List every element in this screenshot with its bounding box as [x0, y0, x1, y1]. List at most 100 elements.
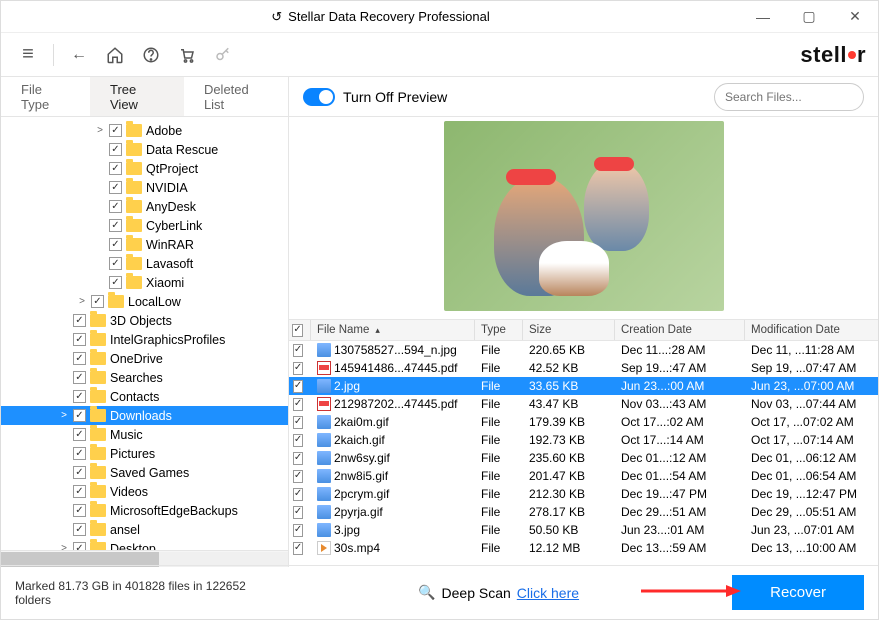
col-cdate[interactable]: Creation Date	[615, 320, 745, 340]
home-icon[interactable]	[100, 40, 130, 70]
menu-icon[interactable]: ≡	[13, 40, 43, 70]
maximize-button[interactable]: ▢	[786, 1, 832, 33]
file-checkbox[interactable]: ✓	[293, 488, 303, 501]
tree-checkbox[interactable]: ✓	[109, 257, 122, 270]
deepscan-link[interactable]: Click here	[517, 585, 579, 601]
file-row[interactable]: ✓2nw8i5.gifFile201.47 KBDec 01...:54 AMD…	[289, 467, 878, 485]
tree-item-intelgraphicsprofiles[interactable]: ✓IntelGraphicsProfiles	[1, 330, 288, 349]
tree-checkbox[interactable]: ✓	[91, 295, 104, 308]
preview-toggle[interactable]	[303, 88, 335, 106]
tree-checkbox[interactable]: ✓	[109, 162, 122, 175]
tree-item-locallow[interactable]: >✓LocalLow	[1, 292, 288, 311]
tree-checkbox[interactable]: ✓	[73, 485, 86, 498]
tree-checkbox[interactable]: ✓	[73, 428, 86, 441]
tree-checkbox[interactable]: ✓	[109, 238, 122, 251]
file-checkbox[interactable]: ✓	[293, 416, 303, 429]
file-checkbox[interactable]: ✓	[293, 434, 303, 447]
tree-item-lavasoft[interactable]: ✓Lavasoft	[1, 254, 288, 273]
tree-checkbox[interactable]: ✓	[73, 447, 86, 460]
tree-item-data-rescue[interactable]: ✓Data Rescue	[1, 140, 288, 159]
tree-item-downloads[interactable]: >✓Downloads	[1, 406, 288, 425]
file-row[interactable]: ✓2.jpgFile33.65 KBJun 23...:00 AMJun 23,…	[289, 377, 878, 395]
tree-checkbox[interactable]: ✓	[109, 276, 122, 289]
tree-item-searches[interactable]: ✓Searches	[1, 368, 288, 387]
file-checkbox[interactable]: ✓	[293, 524, 303, 537]
file-list-header[interactable]: ✓ File Name▴ Type Size Creation Date Mod…	[289, 319, 878, 341]
tree-checkbox[interactable]: ✓	[73, 333, 86, 346]
col-filename[interactable]: File Name▴	[311, 320, 475, 340]
file-row[interactable]: ✓130758527...594_n.jpgFile220.65 KBDec 1…	[289, 341, 878, 359]
search-box[interactable]: 🔍	[714, 83, 864, 111]
folder-tree[interactable]: >✓Adobe✓Data Rescue✓QtProject✓NVIDIA✓Any…	[1, 117, 288, 550]
file-checkbox[interactable]: ✓	[293, 506, 303, 519]
key-icon[interactable]	[208, 40, 238, 70]
tree-item-videos[interactable]: ✓Videos	[1, 482, 288, 501]
tree-item-xiaomi[interactable]: ✓Xiaomi	[1, 273, 288, 292]
tree-item-winrar[interactable]: ✓WinRAR	[1, 235, 288, 254]
tree-item-pictures[interactable]: ✓Pictures	[1, 444, 288, 463]
expand-icon[interactable]: >	[55, 543, 73, 550]
file-row[interactable]: ✓2kai0m.gifFile179.39 KBOct 17...:02 AMO…	[289, 413, 878, 431]
file-checkbox[interactable]: ✓	[293, 380, 303, 393]
tree-item-anydesk[interactable]: ✓AnyDesk	[1, 197, 288, 216]
file-list[interactable]: ✓130758527...594_n.jpgFile220.65 KBDec 1…	[289, 341, 878, 567]
tree-checkbox[interactable]: ✓	[73, 352, 86, 365]
tree-checkbox[interactable]: ✓	[73, 504, 86, 517]
minimize-button[interactable]: —	[740, 1, 786, 33]
col-mdate[interactable]: Modification Date	[745, 320, 875, 340]
tree-item-cyberlink[interactable]: ✓CyberLink	[1, 216, 288, 235]
tree-item-microsoftedgebackups[interactable]: ✓MicrosoftEdgeBackups	[1, 501, 288, 520]
file-row[interactable]: ✓2kaich.gifFile192.73 KBOct 17...:14 AMO…	[289, 431, 878, 449]
tree-checkbox[interactable]: ✓	[73, 409, 86, 422]
tree-item-adobe[interactable]: >✓Adobe	[1, 121, 288, 140]
file-row[interactable]: ✓2pcrym.gifFile212.30 KBDec 19...:47 PMD…	[289, 485, 878, 503]
tree-checkbox[interactable]: ✓	[73, 523, 86, 536]
col-type[interactable]: Type	[475, 320, 523, 340]
close-button[interactable]: ✕	[832, 1, 878, 33]
file-checkbox[interactable]: ✓	[293, 398, 303, 411]
expand-icon[interactable]: >	[91, 125, 109, 136]
tree-item-onedrive[interactable]: ✓OneDrive	[1, 349, 288, 368]
file-row[interactable]: ✓3.jpgFile50.50 KBJun 23...:01 AMJun 23,…	[289, 521, 878, 539]
file-row[interactable]: ✓2pyrja.gifFile278.17 KBDec 29...:51 AMD…	[289, 503, 878, 521]
file-checkbox[interactable]: ✓	[293, 452, 303, 465]
expand-icon[interactable]: >	[73, 296, 91, 307]
tree-item-desktop[interactable]: >✓Desktop	[1, 539, 288, 550]
tree-checkbox[interactable]: ✓	[109, 200, 122, 213]
tree-item-3d-objects[interactable]: ✓3D Objects	[1, 311, 288, 330]
tree-checkbox[interactable]: ✓	[73, 314, 86, 327]
tree-item-saved-games[interactable]: ✓Saved Games	[1, 463, 288, 482]
tree-item-ansel[interactable]: ✓ansel	[1, 520, 288, 539]
tab-deleted-list[interactable]: Deleted List	[184, 77, 288, 116]
col-size[interactable]: Size	[523, 320, 615, 340]
tree-item-contacts[interactable]: ✓Contacts	[1, 387, 288, 406]
tree-item-nvidia[interactable]: ✓NVIDIA	[1, 178, 288, 197]
tree-checkbox[interactable]: ✓	[109, 143, 122, 156]
recover-button[interactable]: Recover	[732, 575, 864, 610]
file-checkbox[interactable]: ✓	[293, 344, 303, 357]
tree-checkbox[interactable]: ✓	[73, 466, 86, 479]
file-row[interactable]: ✓212987202...47445.pdfFile43.47 KBNov 03…	[289, 395, 878, 413]
back-icon[interactable]: ←	[64, 40, 94, 70]
file-row[interactable]: ✓145941486...47445.pdfFile42.52 KBSep 19…	[289, 359, 878, 377]
tree-item-qtproject[interactable]: ✓QtProject	[1, 159, 288, 178]
tree-checkbox[interactable]: ✓	[109, 124, 122, 137]
file-row[interactable]: ✓2nw6sy.gifFile235.60 KBDec 01...:12 AMD…	[289, 449, 878, 467]
file-checkbox[interactable]: ✓	[293, 362, 303, 375]
tree-checkbox[interactable]: ✓	[109, 181, 122, 194]
search-input[interactable]	[725, 90, 879, 104]
expand-icon[interactable]: >	[55, 410, 73, 421]
file-checkbox[interactable]: ✓	[293, 470, 303, 483]
file-checkbox[interactable]: ✓	[293, 542, 303, 555]
tree-checkbox[interactable]: ✓	[73, 390, 86, 403]
help-icon[interactable]	[136, 40, 166, 70]
tree-checkbox[interactable]: ✓	[73, 371, 86, 384]
tree-checkbox[interactable]: ✓	[73, 542, 86, 550]
cart-icon[interactable]	[172, 40, 202, 70]
select-all-checkbox[interactable]: ✓	[292, 324, 302, 337]
tree-item-music[interactable]: ✓Music	[1, 425, 288, 444]
tab-file-type[interactable]: File Type	[1, 77, 90, 116]
file-row[interactable]: ✓30s.mp4File12.12 MBDec 13...:59 AMDec 1…	[289, 539, 878, 557]
tree-checkbox[interactable]: ✓	[109, 219, 122, 232]
tab-tree-view[interactable]: Tree View	[90, 77, 184, 116]
